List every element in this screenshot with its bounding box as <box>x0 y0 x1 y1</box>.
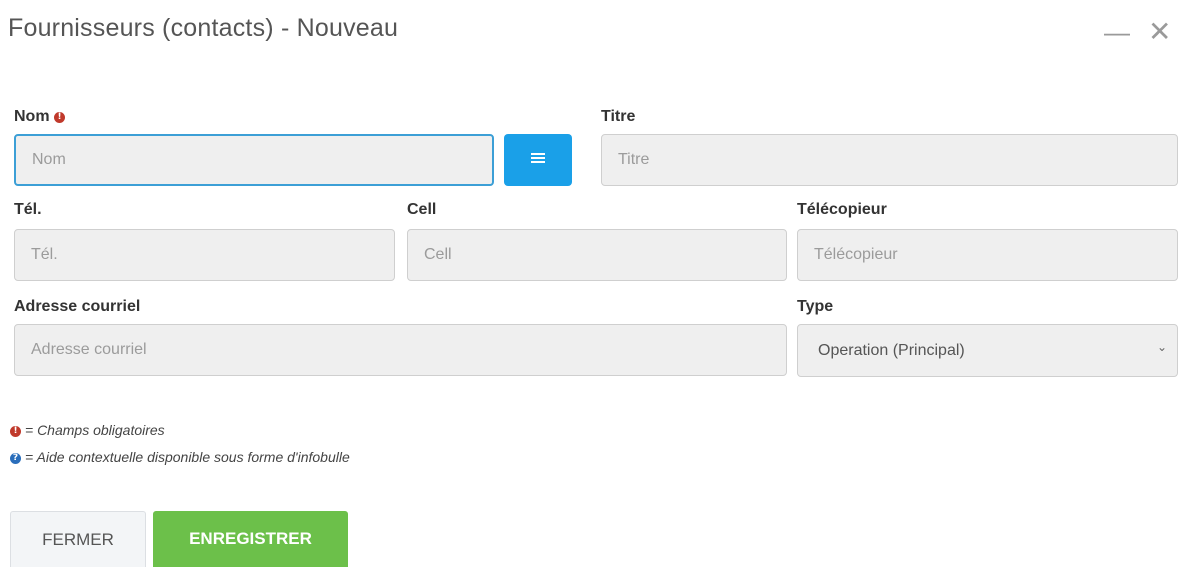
type-selected-value: Operation (Principal) <box>818 342 965 359</box>
cell-input[interactable] <box>407 229 787 281</box>
courriel-input[interactable] <box>14 324 787 376</box>
tel-input[interactable] <box>14 229 395 281</box>
minimize-icon[interactable]: — <box>1104 18 1130 46</box>
legend-required-text: = Champs obligatoires <box>25 422 165 438</box>
legend-help: ? = Aide contextuelle disponible sous for… <box>10 449 350 465</box>
nom-input[interactable] <box>14 134 494 186</box>
type-label: Type <box>797 298 834 315</box>
nom-label: Nom <box>14 108 50 125</box>
titre-input[interactable] <box>601 134 1178 186</box>
contact-picker-button[interactable] <box>504 134 572 186</box>
chevron-down-icon: ⌄ <box>1156 340 1167 354</box>
close-icon[interactable]: ✕ <box>1148 18 1171 46</box>
nom-label-row: Nom ! <box>14 108 66 126</box>
help-icon: ? <box>10 453 21 464</box>
tel-label: Tél. <box>14 201 42 218</box>
legend-required: ! = Champs obligatoires <box>10 422 165 438</box>
close-button[interactable]: FERMER <box>10 511 146 567</box>
cell-label: Cell <box>407 201 437 218</box>
dialog-title: Fournisseurs (contacts) - Nouveau <box>8 14 399 42</box>
list-icon <box>531 153 545 165</box>
telecopieur-input[interactable] <box>797 229 1178 281</box>
required-icon: ! <box>10 426 21 437</box>
required-icon: ! <box>54 112 66 123</box>
save-button[interactable]: ENREGISTRER <box>153 511 348 567</box>
legend-help-text: = Aide contextuelle disponible sous form… <box>25 449 350 465</box>
telecopieur-label: Télécopieur <box>797 201 887 218</box>
courriel-label: Adresse courriel <box>14 298 141 315</box>
titre-label: Titre <box>601 108 636 125</box>
type-select[interactable]: Operation (Principal) ⌄ <box>797 324 1178 377</box>
contact-dialog: Fournisseurs (contacts) - Nouveau — ✕ No… <box>0 0 1180 567</box>
